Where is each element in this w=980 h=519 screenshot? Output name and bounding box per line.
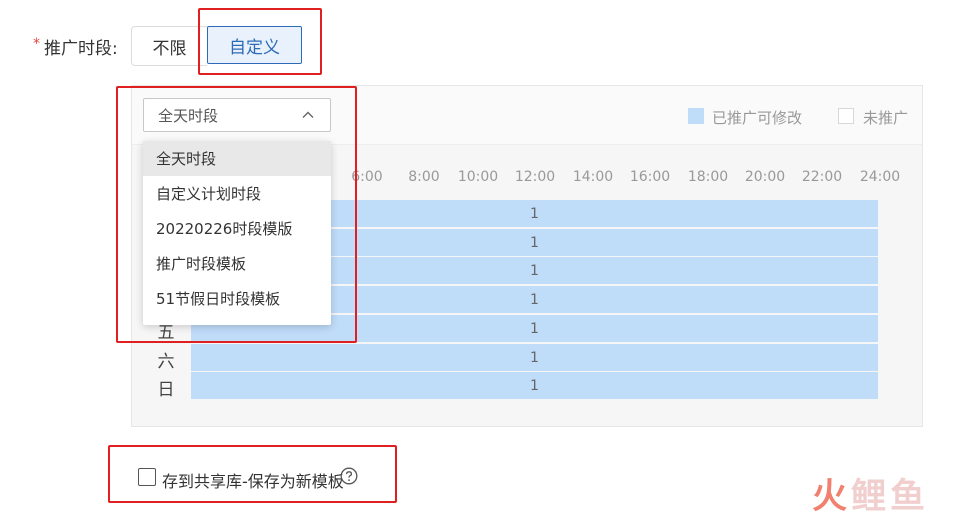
schedule-row[interactable]: 1 (191, 344, 878, 371)
highlight-box-custom (198, 8, 322, 75)
hour-label: 14:00 (572, 169, 614, 185)
watermark-char: 火 (812, 477, 852, 517)
row-value: 1 (530, 349, 539, 366)
row-value: 1 (530, 377, 539, 394)
schedule-row[interactable]: 1 (191, 372, 878, 399)
unlimited-button[interactable]: 不限 (131, 26, 207, 66)
hour-label: 22:00 (801, 169, 843, 185)
watermark-logo: 火鲤鱼 (812, 468, 929, 519)
legend-promoted-swatch (688, 108, 704, 124)
legend-promoted-label: 已推广可修改 (712, 109, 803, 127)
day-label-sun: 日 (157, 380, 175, 400)
hour-label: 12:00 (514, 169, 556, 185)
row-value: 1 (530, 262, 539, 279)
hour-label: 18:00 (687, 169, 729, 185)
legend-not-promoted-label: 未推广 (863, 109, 909, 127)
highlight-box-select (116, 86, 357, 343)
field-label: 推广时段: (44, 39, 118, 59)
required-mark: * (33, 36, 40, 52)
hour-label: 20:00 (744, 169, 786, 185)
row-value: 1 (530, 234, 539, 251)
hour-label: 8:00 (408, 169, 440, 185)
watermark-text: 鲤鱼 (851, 477, 930, 517)
highlight-box-save (108, 445, 397, 503)
row-value: 1 (530, 320, 539, 337)
row-value: 1 (530, 291, 539, 308)
legend-not-promoted-swatch (838, 108, 854, 124)
row-value: 1 (530, 205, 539, 222)
hour-label: 10:00 (457, 169, 499, 185)
hour-label: 16:00 (629, 169, 671, 185)
day-label-sat: 六 (157, 352, 175, 372)
hour-label: 24:00 (859, 169, 901, 185)
